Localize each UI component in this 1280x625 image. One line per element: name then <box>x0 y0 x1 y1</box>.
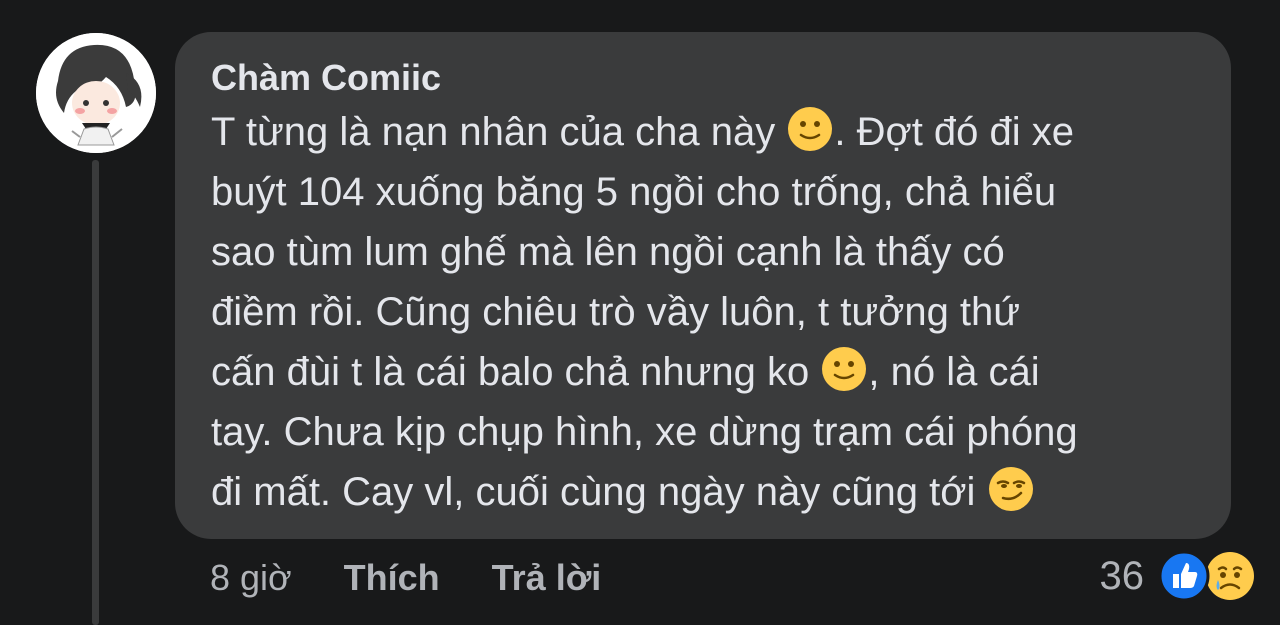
comment-author[interactable]: Chàm Comiic <box>211 54 1195 102</box>
comment-text-part: T từng là nạn nhân của cha này <box>211 110 787 154</box>
thread-line <box>92 160 99 625</box>
avatar[interactable] <box>36 33 156 153</box>
comment-text: T từng là nạn nhân của cha này . Đợt đó … <box>211 102 1201 522</box>
sad-reaction-icon <box>1206 552 1254 600</box>
reaction-icons <box>1158 550 1258 602</box>
like-reaction-icon <box>1158 550 1210 602</box>
reaction-summary[interactable]: 36 <box>1100 548 1259 604</box>
smirking-face-icon <box>988 467 1033 511</box>
reply-button[interactable]: Trả lời <box>492 557 602 599</box>
reaction-count: 36 <box>1099 553 1145 598</box>
slightly-smiling-face-icon <box>788 107 833 151</box>
like-button[interactable]: Thích <box>344 557 440 599</box>
slightly-smiling-face-icon <box>822 347 867 391</box>
avatar-drawing <box>36 33 156 153</box>
comment-bubble: Chàm Comiic T từng là nạn nhân của cha n… <box>175 32 1231 539</box>
comment-meta: 8 giờ Thích Trả lời <box>210 552 653 604</box>
comment-timestamp[interactable]: 8 giờ <box>210 557 292 599</box>
